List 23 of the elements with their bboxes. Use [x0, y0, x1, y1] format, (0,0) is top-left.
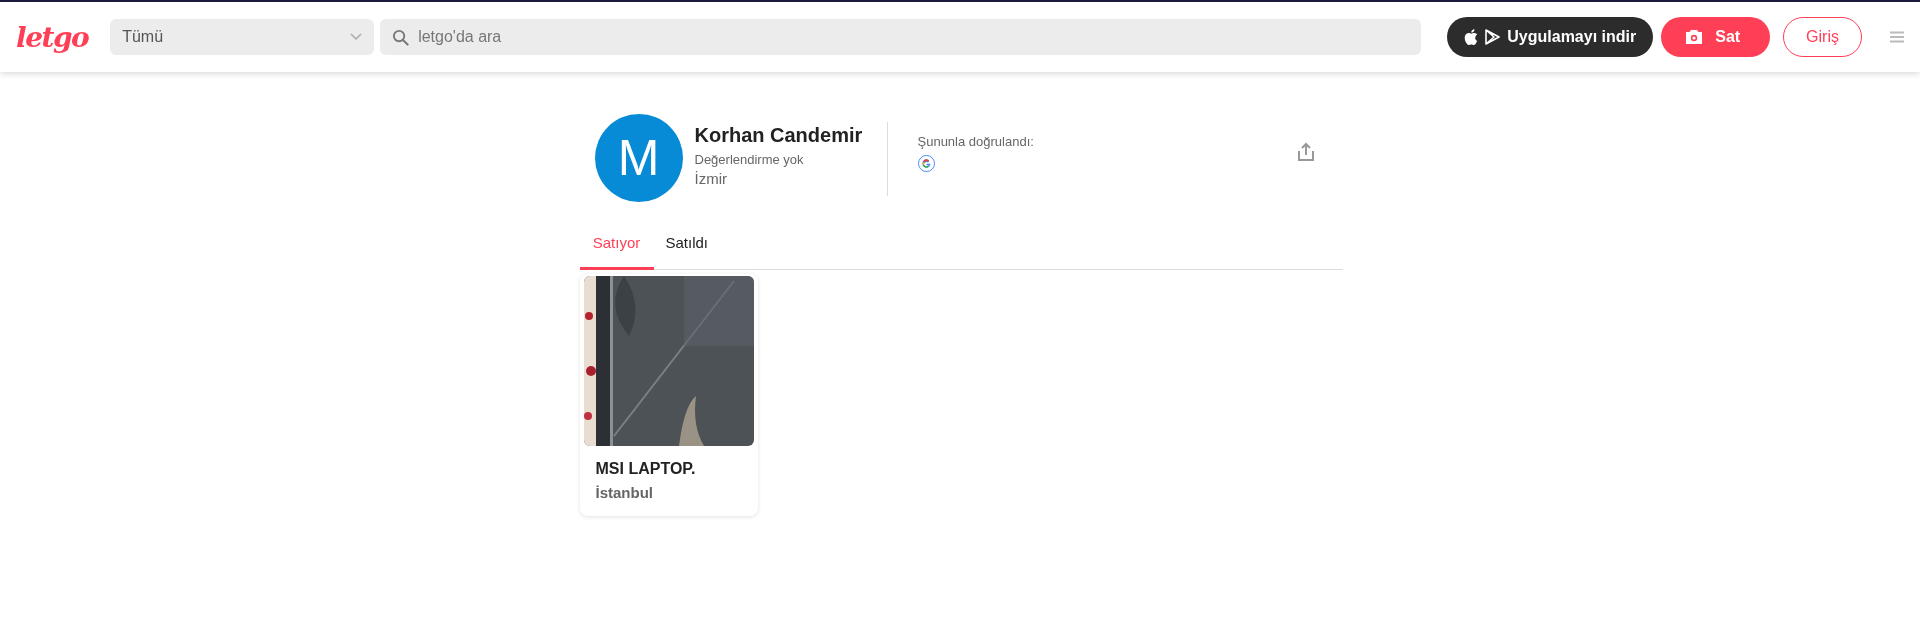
listing-title: MSI LAPTOP.: [595, 460, 697, 478]
camera-icon: [1685, 29, 1704, 45]
rating-text: Değerlendirme yok: [694, 152, 805, 167]
verified-label: Şununla doğrulandı:: [917, 134, 1035, 149]
listing-card[interactable]: MSI LAPTOP. İstanbul: [579, 274, 758, 516]
category-dropdown[interactable]: Tümü: [110, 19, 375, 55]
sell-button[interactable]: Sat: [1661, 17, 1771, 57]
listing-city: İstanbul: [595, 484, 654, 501]
login-button[interactable]: Giriş: [1783, 17, 1862, 57]
search-field[interactable]: letgo'da ara: [380, 19, 1422, 55]
user-name: Korhan Candemir: [694, 124, 864, 147]
download-app-button[interactable]: Uygulamayı indir: [1447, 17, 1654, 57]
user-city: İzmir: [694, 170, 728, 187]
apple-icon: [1464, 29, 1479, 45]
letgo-logo[interactable]: letgo: [16, 20, 89, 54]
share-icon[interactable]: [1296, 142, 1315, 162]
tab[interactable]: Satıldı: [653, 222, 721, 270]
chevron-icon: [350, 33, 363, 41]
tab[interactable]: Satıyor: [579, 222, 654, 270]
google-icon: [917, 155, 935, 172]
play-store-icon: [1485, 29, 1501, 45]
avatar: M: [594, 114, 683, 202]
menu-icon[interactable]: [1890, 31, 1904, 43]
